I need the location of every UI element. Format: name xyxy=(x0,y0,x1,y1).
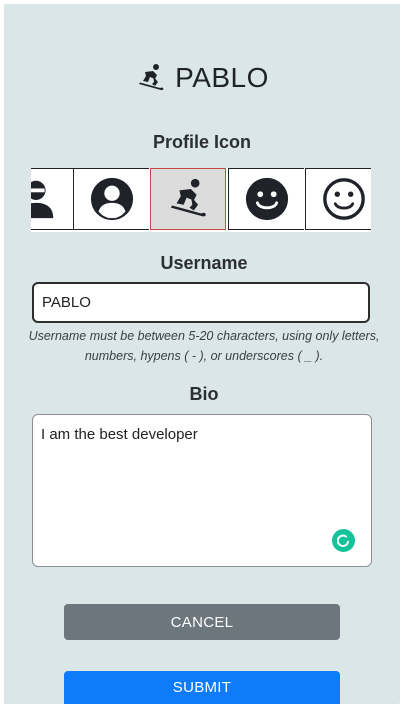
profile-icon-carousel[interactable] xyxy=(31,168,371,232)
smile-outline-icon xyxy=(322,178,365,220)
snowboarding-icon xyxy=(139,64,164,91)
username-title: PABLO xyxy=(175,62,269,93)
profile-icon-option[interactable] xyxy=(305,168,371,230)
bio-textarea[interactable]: I am the best developer xyxy=(32,414,372,567)
profile-icon-option[interactable] xyxy=(228,168,304,230)
username-hint: Username must be between 5-20 characters… xyxy=(28,329,380,363)
grammar-check-icon xyxy=(337,534,350,547)
page-title: PABLO xyxy=(4,60,400,96)
username-input[interactable] xyxy=(32,282,370,323)
username-label: Username xyxy=(160,253,248,273)
user-minus-icon xyxy=(31,180,53,219)
profile-icon-option[interactable] xyxy=(73,168,149,230)
smile-solid-icon xyxy=(245,177,288,221)
profile-icon-label: Profile Icon xyxy=(152,132,251,152)
profile-icon-option-selected[interactable] xyxy=(150,168,226,230)
cancel-button[interactable]: CANCEL xyxy=(64,604,340,640)
profile-icon-option[interactable] xyxy=(31,168,73,230)
submit-button[interactable]: SUBMIT xyxy=(64,671,340,704)
bio-label: Bio xyxy=(189,384,219,404)
user-circle-icon xyxy=(90,177,133,221)
snowboarding-icon xyxy=(170,178,206,217)
grammar-assistant-badge[interactable] xyxy=(332,529,355,552)
